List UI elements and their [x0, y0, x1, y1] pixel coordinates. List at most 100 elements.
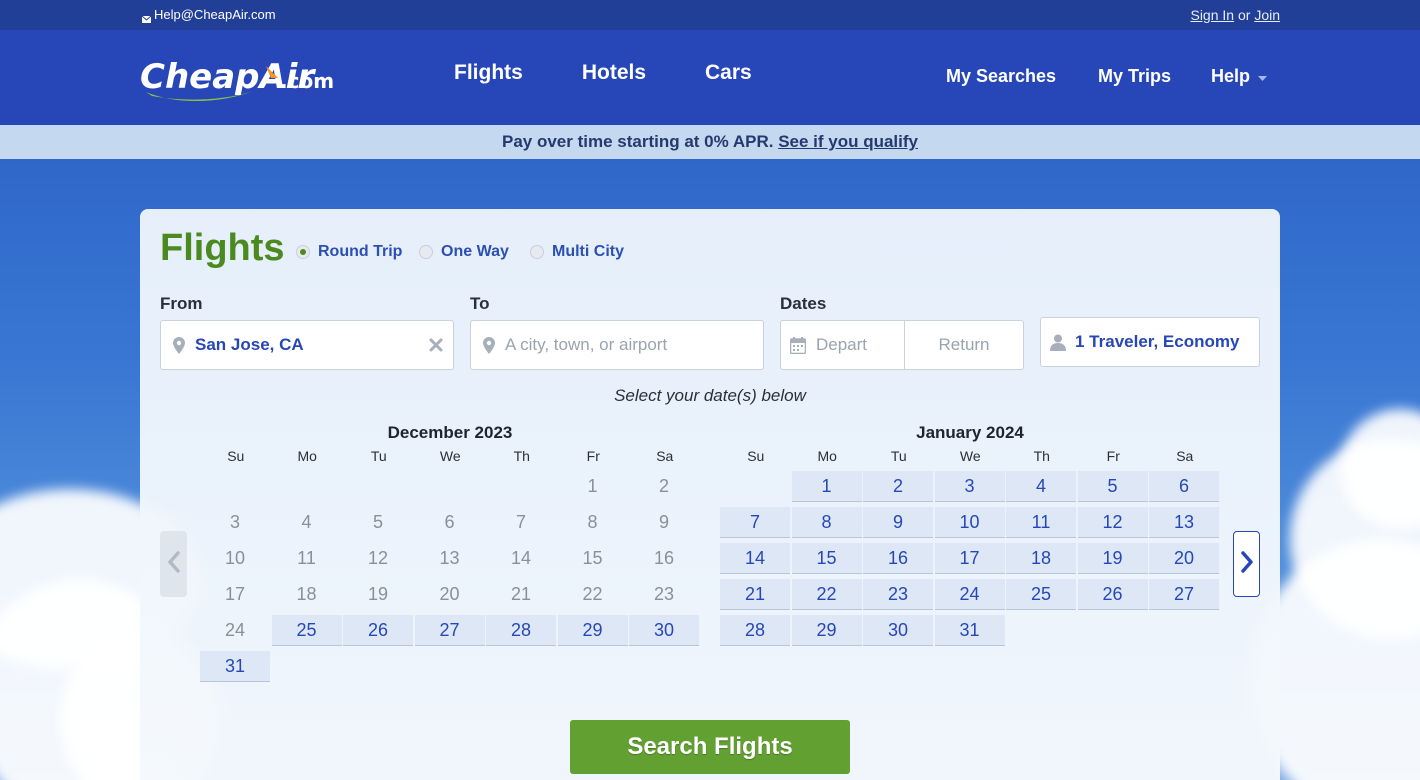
calendar-day: 21 [510, 584, 532, 604]
calendar-day[interactable]: 31 [200, 651, 270, 682]
calendar-day[interactable]: 19 [1077, 543, 1148, 574]
auth-or-text: or [1237, 7, 1251, 23]
calendar-day[interactable]: 26 [1077, 579, 1148, 610]
travelers-selector[interactable]: 1 Traveler, Economy [1040, 317, 1260, 367]
calendar-day[interactable]: 18 [1006, 543, 1076, 574]
calendar-day[interactable]: 27 [1149, 579, 1219, 610]
join-link[interactable]: Join [1254, 7, 1280, 23]
nav-help-menu[interactable]: Help [1211, 66, 1268, 87]
calendar-day[interactable]: 7 [720, 507, 790, 538]
return-date-field[interactable]: Return [904, 320, 1024, 370]
calendar-day[interactable]: 11 [1006, 507, 1076, 538]
calendar-day[interactable]: 14 [720, 543, 790, 574]
calendar-day[interactable]: 30 [629, 615, 699, 646]
search-flights-button[interactable]: Search Flights [570, 720, 850, 774]
calendar-day: 15 [582, 548, 603, 568]
calendar-day[interactable]: 12 [1077, 507, 1148, 538]
to-field[interactable]: A city, town, or airport [470, 320, 764, 370]
calendar-day: 4 [301, 512, 312, 532]
calendar-day[interactable]: 2 [863, 471, 933, 502]
calendar-day[interactable]: 29 [557, 615, 628, 646]
month-title: December 2023 [387, 423, 513, 442]
calendar-day: 10 [224, 548, 246, 568]
weekday-header: Tu [890, 448, 907, 464]
trip-type-round-trip[interactable]: Round Trip [296, 243, 402, 261]
calendar-day[interactable]: 24 [934, 579, 1005, 610]
calendar-day: 1 [587, 476, 598, 496]
calendar-day[interactable]: 26 [343, 615, 413, 646]
calendar-day[interactable]: 6 [1149, 471, 1219, 502]
depart-date-field[interactable]: Depart [780, 320, 905, 370]
trip-type-label: Multi City [552, 243, 624, 260]
flight-search-card: Flights Round Trip One Way Multi City Fr… [140, 209, 1280, 780]
help-email[interactable]: Help@CheapAir.com [141, 7, 276, 23]
calendar-day[interactable]: 21 [720, 579, 790, 610]
from-label: From [160, 294, 203, 313]
nav-my-trips[interactable]: My Trips [1098, 66, 1171, 87]
trip-type-one-way[interactable]: One Way [419, 243, 509, 261]
caret-down-icon [1258, 66, 1268, 87]
calendar-day[interactable]: 28 [486, 615, 556, 646]
calendar-day: 7 [515, 512, 526, 532]
calendar-day[interactable]: 10 [934, 507, 1005, 538]
calendar-day[interactable]: 30 [863, 615, 933, 646]
help-email-text: Help@CheapAir.com [154, 7, 276, 22]
calendar-day[interactable]: 23 [863, 579, 933, 610]
main-navbar: CheapAir .com Flights Hotels Cars My Sea… [0, 30, 1420, 125]
calendar-day: 8 [587, 512, 598, 532]
sign-in-link[interactable]: Sign In [1190, 7, 1234, 23]
calendar-day: 22 [582, 584, 603, 604]
clear-icon[interactable] [429, 338, 443, 357]
trip-type-multi-city[interactable]: Multi City [530, 243, 624, 261]
primary-nav: Flights Hotels Cars [454, 61, 752, 85]
calendar-day[interactable]: 29 [791, 615, 862, 646]
weekday-header: Tu [370, 448, 387, 464]
to-placeholder: A city, town, or airport [505, 335, 668, 354]
nav-my-searches[interactable]: My Searches [946, 66, 1056, 87]
calendar-day[interactable]: 15 [791, 543, 862, 574]
calendar-day: 14 [510, 548, 532, 568]
logo-suffix: .com [280, 69, 334, 93]
month-title: January 2024 [916, 423, 1024, 442]
calendar-day[interactable]: 9 [863, 507, 933, 538]
next-month-button[interactable] [1233, 531, 1260, 597]
calendar-day[interactable]: 20 [1149, 543, 1219, 574]
promo-text: Pay over time starting at 0% APR. [501, 132, 774, 151]
nav-flights[interactable]: Flights [454, 61, 523, 85]
chevron-right-icon [1240, 550, 1253, 578]
calendar-day: 6 [444, 512, 455, 532]
calendar-day: 23 [653, 584, 675, 604]
envelope-icon [141, 11, 152, 23]
calendar-day[interactable]: 25 [1006, 579, 1076, 610]
calendar-day: 20 [439, 584, 460, 604]
nav-cars[interactable]: Cars [705, 61, 752, 85]
calendar-day[interactable]: 28 [720, 615, 790, 646]
calendar-day[interactable]: 25 [271, 615, 342, 646]
calendar-day[interactable]: 22 [791, 579, 862, 610]
calendar-day[interactable]: 13 [1149, 507, 1219, 538]
to-label: To [470, 294, 490, 313]
calendar-day[interactable]: 5 [1077, 471, 1148, 502]
radio-icon [419, 245, 433, 259]
promo-link[interactable]: See if you qualify [778, 132, 918, 151]
cheapair-logo[interactable]: CheapAir .com [138, 48, 338, 110]
radio-icon [530, 245, 544, 259]
weekday-header: Sa [1176, 448, 1194, 464]
calendar-day: 11 [297, 548, 316, 568]
calendar-day: 19 [367, 584, 389, 604]
calendar-icon [789, 337, 807, 359]
from-field[interactable]: San Jose, CA [160, 320, 454, 370]
calendar-day[interactable]: 3 [934, 471, 1005, 502]
calendar-day[interactable]: 17 [934, 543, 1005, 574]
date-hint: Select your date(s) below [614, 386, 806, 405]
nav-hotels[interactable]: Hotels [582, 61, 646, 85]
calendar-day[interactable]: 27 [414, 615, 485, 646]
calendar-day[interactable]: 16 [863, 543, 933, 574]
calendar-day[interactable]: 4 [1006, 471, 1076, 502]
calendar-day[interactable]: 31 [934, 615, 1005, 646]
calendar-day[interactable]: 8 [791, 507, 862, 538]
chevron-left-icon [167, 550, 180, 578]
prev-month-button[interactable] [160, 531, 187, 597]
calendar-day[interactable]: 1 [791, 471, 862, 502]
calendar-day: 17 [224, 584, 246, 604]
